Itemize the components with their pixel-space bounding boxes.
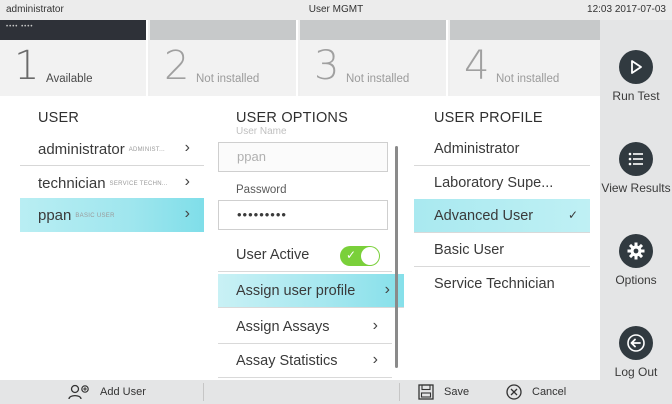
module-1-state: Available [46,73,93,85]
profile-label: Administrator [434,141,520,157]
profile-item-advanced-user[interactable]: Advanced User ✓ [414,199,590,233]
bottom-bar: Add User Save Cancel [0,380,600,404]
module-2-state: Not installed [196,73,260,85]
module-bar: •••• •••• 1 Available 2 Not installed 3 … [0,20,600,96]
chevron-right-icon: › [384,281,390,298]
user-role: BASIC USER [75,213,115,220]
log-out-label: Log Out [614,365,658,379]
user-name: technician [38,175,106,192]
screen-title: User MGMT [308,4,364,15]
module-2-number: 2 [164,43,190,89]
username-field[interactable]: ppan [218,142,388,172]
profile-item-basic-user[interactable]: Basic User [414,233,590,267]
module-3-number: 3 [314,43,340,89]
logout-icon [619,326,653,360]
assay-statistics-item[interactable]: Assay Statistics › [218,344,392,378]
user-item-technician[interactable]: technician SERVICE TECHN... › [20,166,204,200]
options-button[interactable]: Options [600,234,672,288]
chevron-right-icon: › [372,317,378,334]
assay-statistics-label: Assay Statistics [236,353,338,369]
module-1-number: 1 [14,43,40,89]
user-role: ADMINIST... [128,147,166,154]
assign-assays-item[interactable]: Assign Assays › [218,310,392,344]
user-active-toggle[interactable]: ✓ [340,246,380,266]
checkmark-icon: ✓ [567,208,578,222]
profile-label: Laboratory Supe... [434,175,554,191]
module-4-header [450,20,600,40]
run-test-label: Run Test [612,89,660,103]
module-2[interactable]: 2 Not installed [150,20,298,96]
cancel-label: Cancel [532,386,567,398]
chevron-right-icon: › [184,139,190,156]
user-role: SERVICE TECHN... [109,181,168,188]
module-4-number: 4 [464,43,490,89]
user-item-ppan[interactable]: ppan BASIC USER › [20,198,204,232]
module-3[interactable]: 3 Not installed [300,20,448,96]
profile-item-service-technician[interactable]: Service Technician [414,267,590,301]
user-item-label: technician SERVICE TECHN... [38,175,168,192]
password-label: Password [236,184,287,196]
user-options-header: USER OPTIONS [236,110,348,126]
assign-user-profile-item[interactable]: Assign user profile › [218,274,404,308]
user-active-label: User Active [236,247,310,263]
save-button[interactable]: Save [418,380,469,404]
toggle-knob [361,247,379,265]
view-results-label: View Results [601,181,671,195]
assign-user-profile-label: Assign user profile [236,283,356,299]
cancel-button[interactable]: Cancel [506,380,566,404]
username-label: User Name [236,126,287,137]
module-3-state: Not installed [346,73,410,85]
status-bar: administrator User MGMT 12:03 2017-07-03 [0,0,672,20]
user-name: ppan [38,207,72,224]
module-4-state: Not installed [496,73,560,85]
chevron-right-icon: › [184,205,190,222]
bottom-divider [203,383,204,401]
add-user-button[interactable]: Add User [68,380,146,404]
user-column-header: USER [38,110,80,126]
module-1-header: •••• •••• [0,20,146,40]
module-3-header [300,20,446,40]
right-sidebar: Run Test View Results Options Log Out [600,20,672,404]
profile-label: Service Technician [434,276,555,292]
password-field[interactable]: ••••••••• [218,200,388,230]
profile-item-administrator[interactable]: Administrator [414,132,590,166]
view-results-button[interactable]: View Results [600,142,672,196]
add-user-label: Add User [100,386,146,398]
clock: 12:03 2017-07-03 [587,4,666,15]
chevron-right-icon: › [184,173,190,190]
gear-icon [619,234,653,268]
module-2-header [150,20,296,40]
module-4[interactable]: 4 Not installed [450,20,600,96]
user-name: administrator [38,141,125,158]
options-scrollbar[interactable] [395,146,398,368]
user-profile-header: USER PROFILE [434,110,543,126]
cancel-icon [506,384,522,400]
profile-label: Basic User [434,242,505,258]
user-active-row: User Active ✓ [218,238,392,272]
profile-item-laboratory-supervisor[interactable]: Laboratory Supe... [414,166,590,200]
save-label: Save [444,386,470,398]
user-item-label: ppan BASIC USER [38,207,115,224]
chevron-right-icon: › [372,351,378,368]
user-item-label: administrator ADMINIST... [38,141,165,158]
log-out-button[interactable]: Log Out [600,326,672,380]
profile-label: Advanced User [434,208,534,224]
run-test-button[interactable]: Run Test [600,50,672,104]
check-icon: ✓ [346,248,357,262]
play-icon [619,50,653,84]
list-icon [619,142,653,176]
bottom-divider [399,383,400,401]
user-item-administrator[interactable]: administrator ADMINIST... › [20,132,204,166]
options-label: Options [615,273,657,287]
add-user-icon [68,384,90,400]
assign-assays-label: Assign Assays [236,319,330,335]
module-1-tag: •••• •••• [6,24,34,30]
save-icon [418,384,434,400]
module-1[interactable]: •••• •••• 1 Available [0,20,148,96]
